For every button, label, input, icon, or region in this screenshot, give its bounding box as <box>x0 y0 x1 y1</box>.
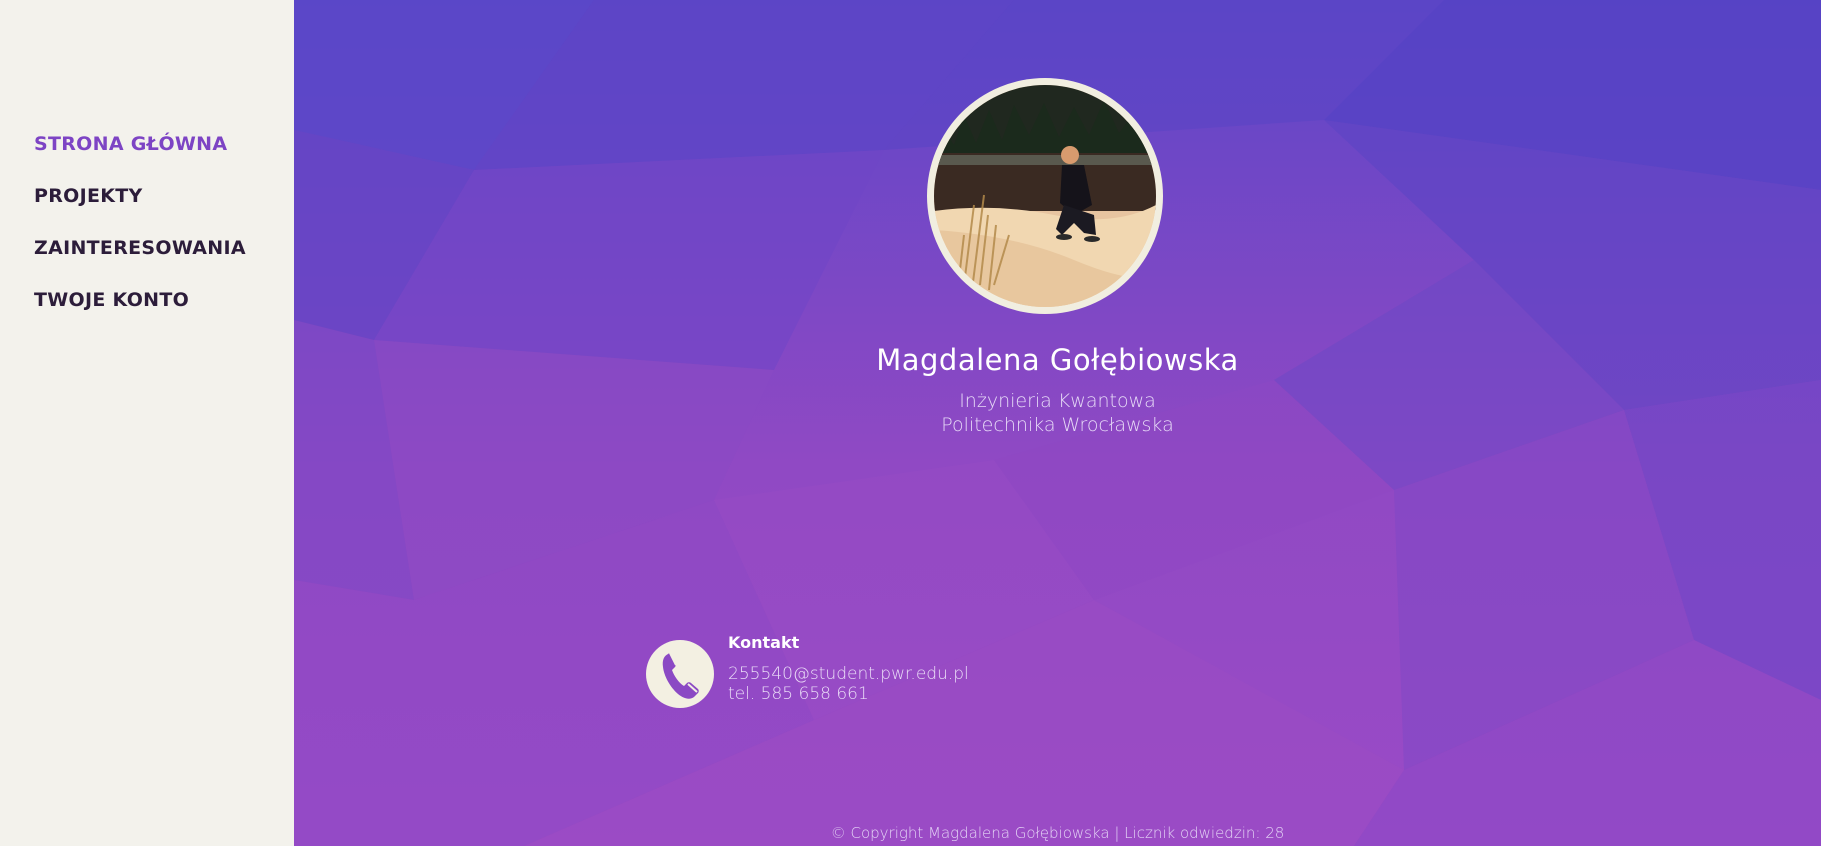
photo-illustration <box>934 85 1156 307</box>
main-nav: STRONA GŁÓWNA PROJEKTY ZAINTERESOWANIA T… <box>34 130 246 338</box>
nav-item-home[interactable]: STRONA GŁÓWNA <box>34 130 246 182</box>
profile-name: Magdalena Gołębiowska <box>876 343 1239 377</box>
profile-field: Inżynieria Kwantowa <box>959 390 1156 412</box>
contact-phone: tel. 585 658 661 <box>728 684 869 704</box>
contact-email[interactable]: 255540@student.pwr.edu.pl <box>728 664 969 684</box>
profile-photo <box>934 85 1156 307</box>
phone-icon <box>646 640 714 708</box>
nav-item-interests[interactable]: ZAINTERESOWANIA <box>34 234 246 286</box>
nav-item-account[interactable]: TWOJE KONTO <box>34 286 246 338</box>
footer-copyright: © Copyright Magdalena Gołębiowska | Licz… <box>830 824 1285 842</box>
main-content: Magdalena Gołębiowska Inżynieria Kwantow… <box>294 0 1821 846</box>
sidebar: STRONA GŁÓWNA PROJEKTY ZAINTERESOWANIA T… <box>0 0 294 846</box>
profile-university: Politechnika Wrocławska <box>941 414 1174 436</box>
contact-title: Kontakt <box>728 633 800 652</box>
nav-item-projects[interactable]: PROJEKTY <box>34 182 246 234</box>
profile-avatar <box>927 78 1163 314</box>
